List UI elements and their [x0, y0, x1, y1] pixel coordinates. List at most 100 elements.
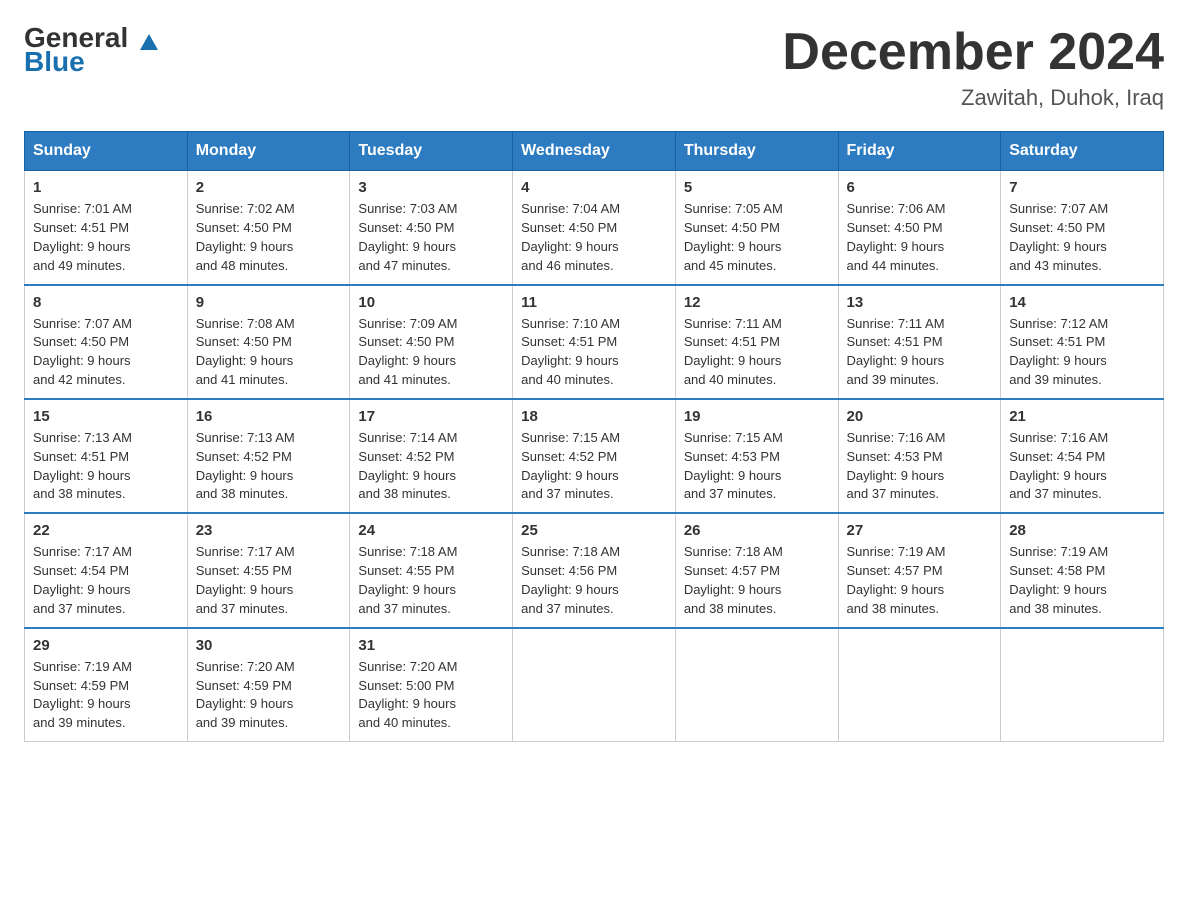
day-number: 16 — [196, 408, 342, 425]
day-number: 31 — [358, 637, 504, 654]
calendar-cell: 25 Sunrise: 7:18 AMSunset: 4:56 PMDayligh… — [513, 513, 676, 627]
day-info: Sunrise: 7:18 AMSunset: 4:56 PMDaylight:… — [521, 543, 667, 618]
calendar-cell: 13 Sunrise: 7:11 AMSunset: 4:51 PMDayligh… — [838, 285, 1001, 399]
calendar-cell: 31 Sunrise: 7:20 AMSunset: 5:00 PMDayligh… — [350, 628, 513, 742]
day-number: 22 — [33, 522, 179, 539]
day-info: Sunrise: 7:11 AMSunset: 4:51 PMDaylight:… — [847, 315, 993, 390]
day-number: 10 — [358, 294, 504, 311]
subtitle: Zawitah, Duhok, Iraq — [782, 85, 1164, 111]
week-row-1: 1 Sunrise: 7:01 AMSunset: 4:51 PMDaylight… — [25, 171, 1164, 285]
calendar-cell: 24 Sunrise: 7:18 AMSunset: 4:55 PMDayligh… — [350, 513, 513, 627]
day-info: Sunrise: 7:14 AMSunset: 4:52 PMDaylight:… — [358, 429, 504, 504]
day-info: Sunrise: 7:20 AMSunset: 5:00 PMDaylight:… — [358, 658, 504, 733]
day-info: Sunrise: 7:13 AMSunset: 4:52 PMDaylight:… — [196, 429, 342, 504]
day-info: Sunrise: 7:12 AMSunset: 4:51 PMDaylight:… — [1009, 315, 1155, 390]
day-number: 26 — [684, 522, 830, 539]
day-info: Sunrise: 7:20 AMSunset: 4:59 PMDaylight:… — [196, 658, 342, 733]
calendar-cell: 27 Sunrise: 7:19 AMSunset: 4:57 PMDayligh… — [838, 513, 1001, 627]
day-number: 19 — [684, 408, 830, 425]
calendar-cell: 9Sunrise: 7:08 AMSunset: 4:50 PMDaylight… — [187, 285, 350, 399]
calendar-cell: 6 Sunrise: 7:06 AMSunset: 4:50 PMDaylight… — [838, 171, 1001, 285]
day-number: 27 — [847, 522, 993, 539]
day-info: Sunrise: 7:01 AMSunset: 4:51 PMDaylight:… — [33, 200, 179, 275]
day-number: 24 — [358, 522, 504, 539]
calendar-cell: 21Sunrise: 7:16 AMSunset: 4:54 PMDayligh… — [1001, 399, 1164, 513]
calendar-cell: 15Sunrise: 7:13 AMSunset: 4:51 PMDayligh… — [25, 399, 188, 513]
day-number: 11 — [521, 294, 667, 311]
week-row-5: 29Sunrise: 7:19 AMSunset: 4:59 PMDayligh… — [25, 628, 1164, 742]
day-number: 5 — [684, 179, 830, 196]
logo: General Blue — [24, 24, 139, 78]
day-number: 17 — [358, 408, 504, 425]
day-info: Sunrise: 7:10 AMSunset: 4:51 PMDaylight:… — [521, 315, 667, 390]
header-tuesday: Tuesday — [350, 132, 513, 171]
calendar-header: SundayMondayTuesdayWednesdayThursdayFrid… — [25, 132, 1164, 171]
calendar-cell: 10 Sunrise: 7:09 AMSunset: 4:50 PMDayligh… — [350, 285, 513, 399]
header-thursday: Thursday — [675, 132, 838, 171]
day-info: Sunrise: 7:15 AMSunset: 4:53 PMDaylight:… — [684, 429, 830, 504]
calendar-cell: 19 Sunrise: 7:15 AMSunset: 4:53 PMDayligh… — [675, 399, 838, 513]
day-number: 4 — [521, 179, 667, 196]
week-row-2: 8Sunrise: 7:07 AMSunset: 4:50 PMDaylight… — [25, 285, 1164, 399]
calendar-cell — [675, 628, 838, 742]
day-info: Sunrise: 7:19 AMSunset: 4:58 PMDaylight:… — [1009, 543, 1155, 618]
header-saturday: Saturday — [1001, 132, 1164, 171]
day-info: Sunrise: 7:15 AMSunset: 4:52 PMDaylight:… — [521, 429, 667, 504]
day-info: Sunrise: 7:16 AMSunset: 4:53 PMDaylight:… — [847, 429, 993, 504]
day-number: 23 — [196, 522, 342, 539]
day-info: Sunrise: 7:11 AMSunset: 4:51 PMDaylight:… — [684, 315, 830, 390]
calendar-cell — [1001, 628, 1164, 742]
calendar-cell: 22 Sunrise: 7:17 AMSunset: 4:54 PMDayligh… — [25, 513, 188, 627]
day-info: Sunrise: 7:19 AMSunset: 4:57 PMDaylight:… — [847, 543, 993, 618]
day-info: Sunrise: 7:05 AMSunset: 4:50 PMDaylight:… — [684, 200, 830, 275]
day-info: Sunrise: 7:03 AMSunset: 4:50 PMDaylight:… — [358, 200, 504, 275]
calendar-cell: 11 Sunrise: 7:10 AMSunset: 4:51 PMDayligh… — [513, 285, 676, 399]
calendar-cell: 14 Sunrise: 7:12 AMSunset: 4:51 PMDayligh… — [1001, 285, 1164, 399]
header-friday: Friday — [838, 132, 1001, 171]
header-row: SundayMondayTuesdayWednesdayThursdayFrid… — [25, 132, 1164, 171]
day-info: Sunrise: 7:04 AMSunset: 4:50 PMDaylight:… — [521, 200, 667, 275]
logo-blue: Blue — [24, 46, 85, 78]
calendar-cell: 20Sunrise: 7:16 AMSunset: 4:53 PMDayligh… — [838, 399, 1001, 513]
day-number: 18 — [521, 408, 667, 425]
day-number: 3 — [358, 179, 504, 196]
day-number: 13 — [847, 294, 993, 311]
day-info: Sunrise: 7:18 AMSunset: 4:55 PMDaylight:… — [358, 543, 504, 618]
calendar-cell: 5 Sunrise: 7:05 AMSunset: 4:50 PMDaylight… — [675, 171, 838, 285]
day-number: 25 — [521, 522, 667, 539]
header-sunday: Sunday — [25, 132, 188, 171]
day-number: 14 — [1009, 294, 1155, 311]
day-info: Sunrise: 7:19 AMSunset: 4:59 PMDaylight:… — [33, 658, 179, 733]
main-title: December 2024 — [782, 24, 1164, 81]
header-wednesday: Wednesday — [513, 132, 676, 171]
header-monday: Monday — [187, 132, 350, 171]
day-number: 1 — [33, 179, 179, 196]
calendar-cell — [838, 628, 1001, 742]
calendar-cell: 26Sunrise: 7:18 AMSunset: 4:57 PMDayligh… — [675, 513, 838, 627]
calendar-cell: 30 Sunrise: 7:20 AMSunset: 4:59 PMDayligh… — [187, 628, 350, 742]
calendar-cell: 3 Sunrise: 7:03 AMSunset: 4:50 PMDaylight… — [350, 171, 513, 285]
day-number: 30 — [196, 637, 342, 654]
day-number: 8 — [33, 294, 179, 311]
day-info: Sunrise: 7:17 AMSunset: 4:54 PMDaylight:… — [33, 543, 179, 618]
calendar-cell: 8Sunrise: 7:07 AMSunset: 4:50 PMDaylight… — [25, 285, 188, 399]
day-info: Sunrise: 7:06 AMSunset: 4:50 PMDaylight:… — [847, 200, 993, 275]
day-number: 12 — [684, 294, 830, 311]
day-number: 7 — [1009, 179, 1155, 196]
calendar-cell: 4 Sunrise: 7:04 AMSunset: 4:50 PMDaylight… — [513, 171, 676, 285]
day-number: 28 — [1009, 522, 1155, 539]
day-number: 2 — [196, 179, 342, 196]
day-info: Sunrise: 7:17 AMSunset: 4:55 PMDaylight:… — [196, 543, 342, 618]
calendar-cell — [513, 628, 676, 742]
title-block: December 2024 Zawitah, Duhok, Iraq — [782, 24, 1164, 111]
calendar-cell: 29Sunrise: 7:19 AMSunset: 4:59 PMDayligh… — [25, 628, 188, 742]
day-info: Sunrise: 7:09 AMSunset: 4:50 PMDaylight:… — [358, 315, 504, 390]
day-info: Sunrise: 7:02 AMSunset: 4:50 PMDaylight:… — [196, 200, 342, 275]
calendar-cell: 2 Sunrise: 7:02 AMSunset: 4:50 PMDaylight… — [187, 171, 350, 285]
calendar-body: 1 Sunrise: 7:01 AMSunset: 4:51 PMDaylight… — [25, 171, 1164, 742]
day-number: 6 — [847, 179, 993, 196]
calendar-cell: 7Sunrise: 7:07 AMSunset: 4:50 PMDaylight… — [1001, 171, 1164, 285]
calendar-cell: 28 Sunrise: 7:19 AMSunset: 4:58 PMDayligh… — [1001, 513, 1164, 627]
calendar-cell: 12 Sunrise: 7:11 AMSunset: 4:51 PMDayligh… — [675, 285, 838, 399]
calendar-cell: 23 Sunrise: 7:17 AMSunset: 4:55 PMDayligh… — [187, 513, 350, 627]
